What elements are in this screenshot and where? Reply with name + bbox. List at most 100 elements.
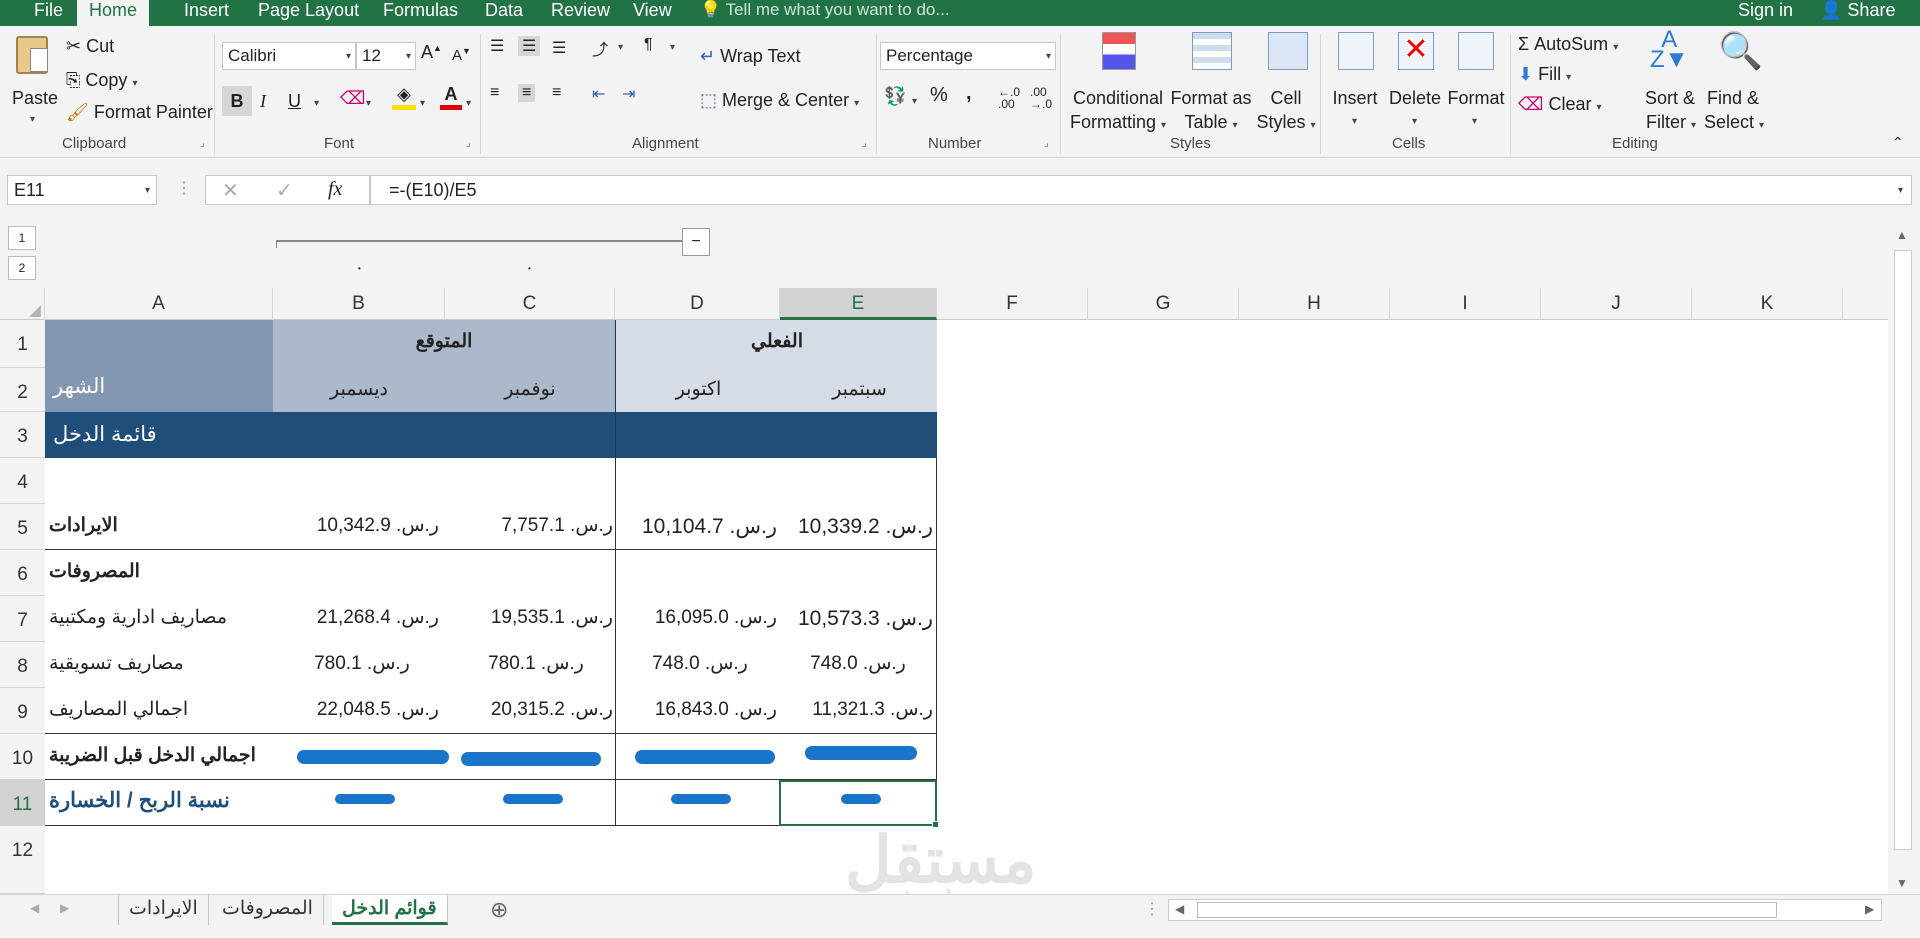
row-header-9[interactable]: 9 xyxy=(0,688,45,734)
cell-styles-button[interactable]: Cell Styles ▾ xyxy=(1256,30,1316,132)
scrollbar-thumb[interactable] xyxy=(1894,250,1912,850)
row-header-6[interactable]: 6 xyxy=(0,550,45,596)
chevron-down-icon[interactable]: ▾ xyxy=(420,98,425,109)
cut-button[interactable]: ✂ Cut xyxy=(66,36,114,57)
outline-level-2[interactable]: 2 xyxy=(8,256,36,280)
format-as-table-button[interactable]: Format as Table ▾ xyxy=(1170,30,1252,132)
find-select-button[interactable]: 🔍 Find & Select ▾ xyxy=(1702,30,1764,133)
wrap-text-button[interactable]: ↵ Wrap Text xyxy=(700,46,800,67)
row-header-4[interactable]: 4 xyxy=(0,458,45,504)
menu-insert[interactable]: Insert xyxy=(176,0,237,26)
format-painter-button[interactable]: 🖌 Format Painter xyxy=(66,102,213,123)
tab-income-statements[interactable]: قوائم الدخل xyxy=(332,895,448,925)
share-button[interactable]: 👤 Share xyxy=(1812,0,1903,26)
font-family-select[interactable]: Calibri ▾ xyxy=(222,42,356,70)
increase-font-icon[interactable]: A▲ xyxy=(421,42,442,63)
vertical-scrollbar[interactable]: ▲ ▼ xyxy=(1888,224,1920,894)
align-top-icon[interactable]: ☰ xyxy=(490,36,504,56)
accounting-format-icon[interactable]: 💱 xyxy=(884,86,906,107)
menu-file[interactable]: File xyxy=(26,0,71,26)
row-header-2[interactable]: 2 xyxy=(0,368,45,412)
cancel-icon[interactable]: ✕ xyxy=(222,178,239,203)
row-header-3[interactable]: 3 xyxy=(0,412,45,458)
menu-review[interactable]: Review xyxy=(543,0,618,26)
tab-revenue[interactable]: الايرادات xyxy=(118,895,209,925)
column-header-c[interactable]: C xyxy=(445,288,615,320)
font-color-icon[interactable]: A xyxy=(440,84,462,110)
clear-button[interactable]: ⌫ Clear ▾ xyxy=(1518,94,1602,115)
scroll-down-icon[interactable]: ▼ xyxy=(1896,876,1908,890)
paste-button[interactable]: Paste ▾ xyxy=(8,30,58,125)
fill-button[interactable]: ⬇ Fill ▾ xyxy=(1518,64,1571,85)
worksheet-grid[interactable]: الشهر المتوقع ديسمبر نوفمبر الفعلي اكتوب… xyxy=(45,320,1888,894)
dialog-launcher-icon[interactable]: ⌟ xyxy=(1044,138,1049,149)
collapse-group-button[interactable]: − xyxy=(682,228,710,256)
chevron-down-icon[interactable]: ▾ xyxy=(466,98,471,109)
menu-data[interactable]: Data xyxy=(477,0,531,26)
chevron-down-icon[interactable]: ▾ xyxy=(366,98,371,109)
number-format-select[interactable]: Percentage ▾ xyxy=(880,42,1056,70)
fx-icon[interactable]: fx xyxy=(328,178,342,201)
align-left-icon[interactable]: ≡ xyxy=(490,84,499,102)
tab-expenses[interactable]: المصروفات xyxy=(212,895,324,925)
outline-level-1[interactable]: 1 xyxy=(8,226,36,250)
format-cells-button[interactable]: Format ▾ xyxy=(1446,30,1506,130)
column-header-k[interactable]: K xyxy=(1692,288,1843,320)
menu-home[interactable]: Home xyxy=(77,0,150,26)
conditional-formatting-button[interactable]: Conditional Formatting ▾ xyxy=(1070,30,1166,132)
select-all-corner[interactable] xyxy=(0,288,45,320)
menu-view[interactable]: View xyxy=(625,0,680,26)
column-header-f[interactable]: F xyxy=(937,288,1088,320)
month-header-cell[interactable]: الشهر xyxy=(45,320,273,412)
orientation-icon[interactable]: ⤴ xyxy=(592,36,608,60)
underline-button[interactable]: U xyxy=(288,86,312,116)
menu-page-layout[interactable]: Page Layout xyxy=(250,0,367,26)
column-header-g[interactable]: G xyxy=(1088,288,1239,320)
align-bottom-icon[interactable]: ☰ xyxy=(552,38,566,58)
selected-cell-e11[interactable] xyxy=(779,780,937,826)
fill-color-icon[interactable]: ◈ xyxy=(392,84,416,110)
enter-icon[interactable]: ✓ xyxy=(276,178,293,203)
row-header-12[interactable]: 12 xyxy=(0,826,45,894)
italic-button[interactable]: I xyxy=(260,86,284,116)
font-size-select[interactable]: 12 ▾ xyxy=(356,42,416,70)
section-header-cell[interactable]: قائمة الدخل xyxy=(45,412,937,458)
increase-indent-icon[interactable]: ⇥ xyxy=(622,84,635,104)
chevron-down-icon[interactable]: ▾ xyxy=(670,42,675,53)
actual-header-cell[interactable]: الفعلي اكتوبر سبتمبر xyxy=(615,320,937,412)
h-scrollbar-thumb[interactable] xyxy=(1197,902,1777,918)
insert-cells-button[interactable]: Insert ▾ xyxy=(1328,30,1382,130)
formula-input[interactable]: =-(E10)/E5 ▾ xyxy=(370,175,1912,205)
column-header-b[interactable]: B xyxy=(273,288,445,320)
forecast-header-cell[interactable]: المتوقع ديسمبر نوفمبر xyxy=(273,320,615,412)
row-header-8[interactable]: 8 xyxy=(0,642,45,688)
sort-filter-button[interactable]: A Z▼ Sort & Filter ▾ xyxy=(1640,28,1700,133)
column-header-a[interactable]: A xyxy=(45,288,273,320)
copy-button[interactable]: ⎘ Copy ▾ xyxy=(66,70,137,91)
tab-scroll-left-icon[interactable]: ◀ xyxy=(30,901,39,915)
percent-style-button[interactable]: % xyxy=(930,84,948,107)
collapse-ribbon-icon[interactable]: ⌃ xyxy=(1892,134,1904,151)
column-header-d[interactable]: D xyxy=(615,288,780,320)
text-direction-icon[interactable]: ¶ xyxy=(644,36,653,54)
column-header-h[interactable]: H xyxy=(1239,288,1390,320)
delete-cells-button[interactable]: ✕ Delete ▾ xyxy=(1386,30,1444,130)
decrease-font-icon[interactable]: A▼ xyxy=(452,46,471,64)
column-header-e[interactable]: E xyxy=(780,288,937,320)
column-header-j[interactable]: J xyxy=(1541,288,1692,320)
border-icon[interactable]: ⌫ xyxy=(340,88,365,109)
merge-center-button[interactable]: ⬚ Merge & Center ▾ xyxy=(700,90,859,111)
bold-button[interactable]: B xyxy=(222,86,252,116)
row-header-11[interactable]: 11 xyxy=(0,780,45,826)
horizontal-scrollbar[interactable]: ◀ ▶ xyxy=(1168,899,1882,921)
dialog-launcher-icon[interactable]: ⌟ xyxy=(466,138,471,149)
row-header-10[interactable]: 10 xyxy=(0,734,45,780)
align-middle-icon[interactable]: ☰ xyxy=(518,36,541,56)
chevron-down-icon[interactable]: ▾ xyxy=(912,96,917,107)
dialog-launcher-icon[interactable]: ⌟ xyxy=(200,138,205,149)
align-center-icon[interactable]: ≡ xyxy=(518,84,536,102)
row-header-7[interactable]: 7 xyxy=(0,596,45,642)
row-header-1[interactable]: 1 xyxy=(0,320,45,368)
sign-in-link[interactable]: Sign in xyxy=(1730,0,1801,26)
chevron-down-icon[interactable]: ▾ xyxy=(618,42,623,53)
